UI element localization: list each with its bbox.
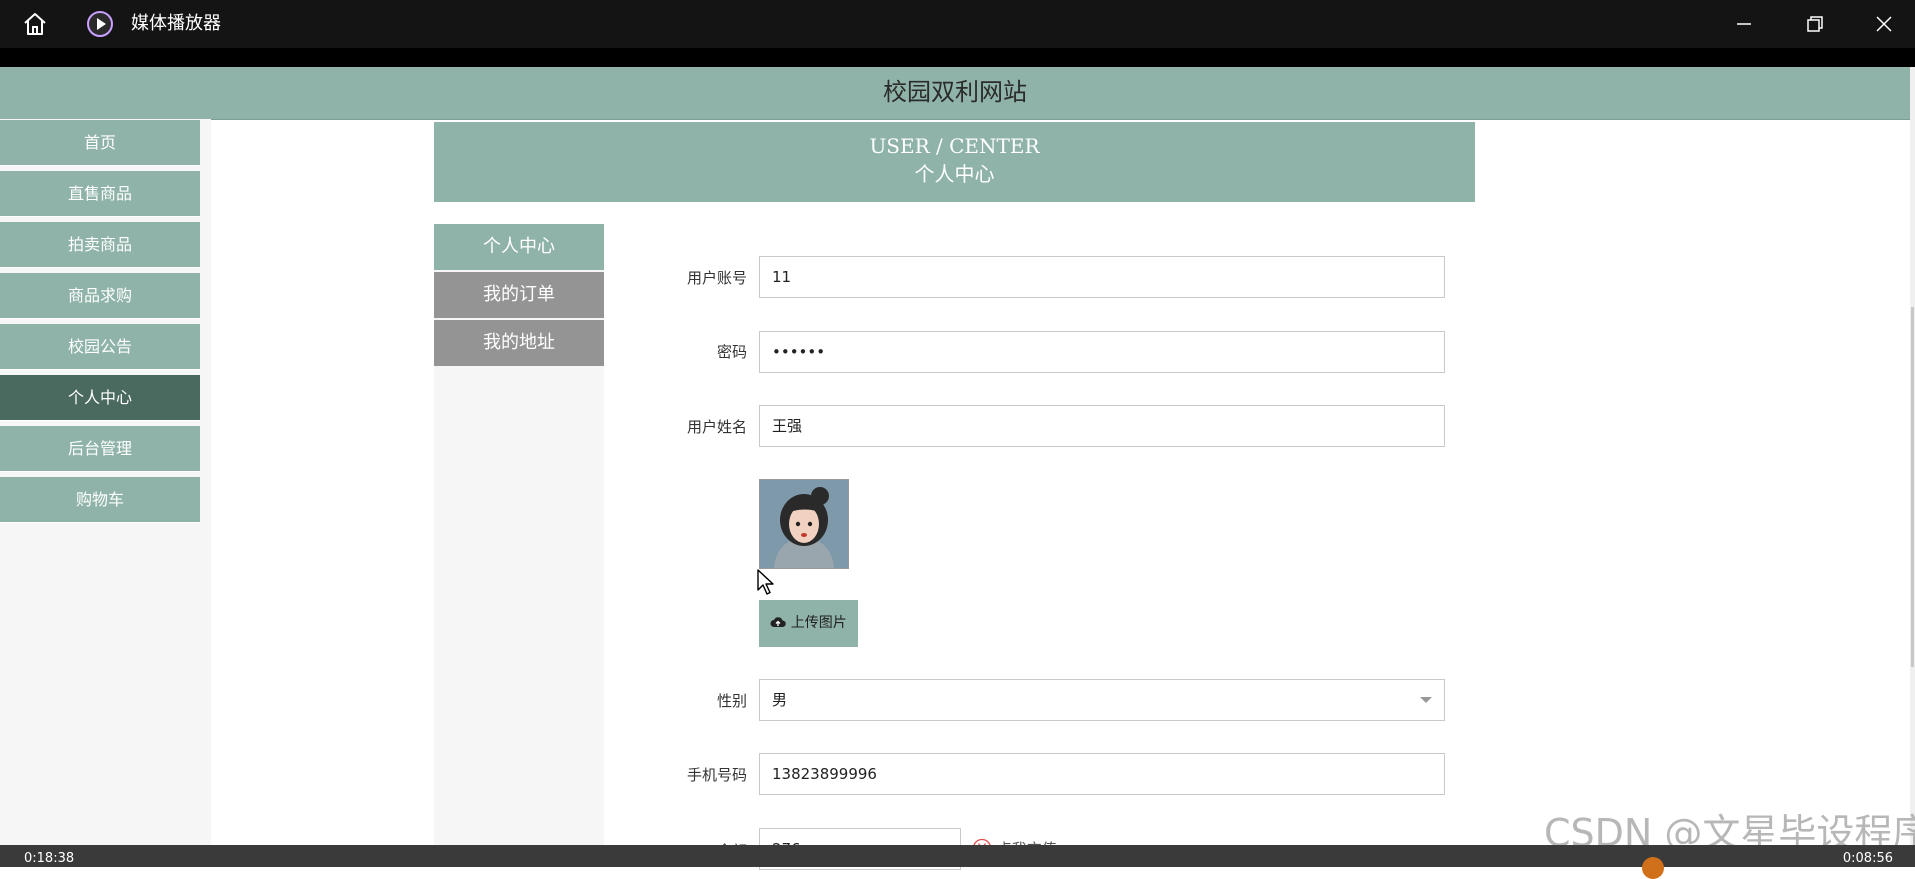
elapsed-time: 0:18:38 (24, 851, 75, 866)
account-input[interactable]: 11 (759, 256, 1445, 298)
nav-item-admin[interactable]: 后台管理 (0, 426, 200, 472)
mouse-cursor-icon (757, 569, 774, 595)
player-title: 媒体播放器 (131, 13, 221, 34)
password-input[interactable]: •••••• (759, 331, 1445, 373)
subnav-item-profile[interactable]: 个人中心 (434, 224, 604, 270)
name-label: 用户姓名 (686, 418, 747, 436)
page-scrollbar[interactable] (1910, 67, 1915, 847)
gender-label: 性别 (716, 692, 747, 710)
nav-item-direct-sale[interactable]: 直售商品 (0, 171, 200, 217)
banner-title-en: USER / CENTER (869, 134, 1040, 158)
subnav-item-address[interactable]: 我的地址 (434, 320, 604, 366)
gender-value: 男 (772, 691, 788, 709)
user-center-subnav: 个人中心 我的订单 我的地址 (434, 224, 604, 847)
phone-label: 手机号码 (686, 766, 747, 784)
home-icon[interactable] (22, 12, 48, 36)
password-label: 密码 (716, 343, 747, 361)
player-controls-bar: 0:18:38 0:08:56 (0, 845, 1915, 879)
scrollbar-thumb[interactable] (1911, 307, 1914, 667)
upload-image-button[interactable]: 上传图片 (759, 600, 858, 647)
maximize-icon[interactable] (1799, 8, 1831, 40)
nav-item-home[interactable]: 首页 (0, 120, 200, 166)
nav-item-wanted[interactable]: 商品求购 (0, 273, 200, 319)
phone-input[interactable]: 13823899996 (759, 753, 1445, 795)
chevron-down-icon (1420, 697, 1432, 703)
seek-knob[interactable] (1642, 857, 1664, 879)
minimize-icon[interactable] (1728, 8, 1760, 40)
banner-title-cn: 个人中心 (914, 162, 995, 186)
upload-image-label: 上传图片 (790, 615, 847, 631)
player-titlebar: 媒体播放器 (0, 0, 1915, 48)
avatar-image (759, 479, 849, 569)
name-input[interactable]: 王强 (759, 405, 1445, 447)
nav-item-user-center[interactable]: 个人中心 (0, 375, 200, 421)
play-icon (87, 11, 113, 37)
gender-select[interactable]: 男 (759, 679, 1445, 721)
video-letterbox (0, 48, 1915, 67)
user-center-banner: USER / CENTER 个人中心 (434, 122, 1475, 202)
close-icon[interactable] (1868, 8, 1900, 40)
nav-item-cart[interactable]: 购物车 (0, 477, 200, 523)
left-nav: 首页 直售商品 拍卖商品 商品求购 校园公告 个人中心 后台管理 购物车 (0, 119, 211, 847)
account-label: 用户账号 (686, 269, 747, 287)
nav-item-notice[interactable]: 校园公告 (0, 324, 200, 370)
cloud-upload-icon (770, 617, 787, 627)
subnav-item-orders[interactable]: 我的订单 (434, 272, 604, 318)
site-title: 校园双利网站 (0, 67, 1910, 120)
remaining-time: 0:08:56 (1842, 851, 1893, 866)
nav-item-auction[interactable]: 拍卖商品 (0, 222, 200, 268)
avatar-illustration (760, 480, 848, 568)
